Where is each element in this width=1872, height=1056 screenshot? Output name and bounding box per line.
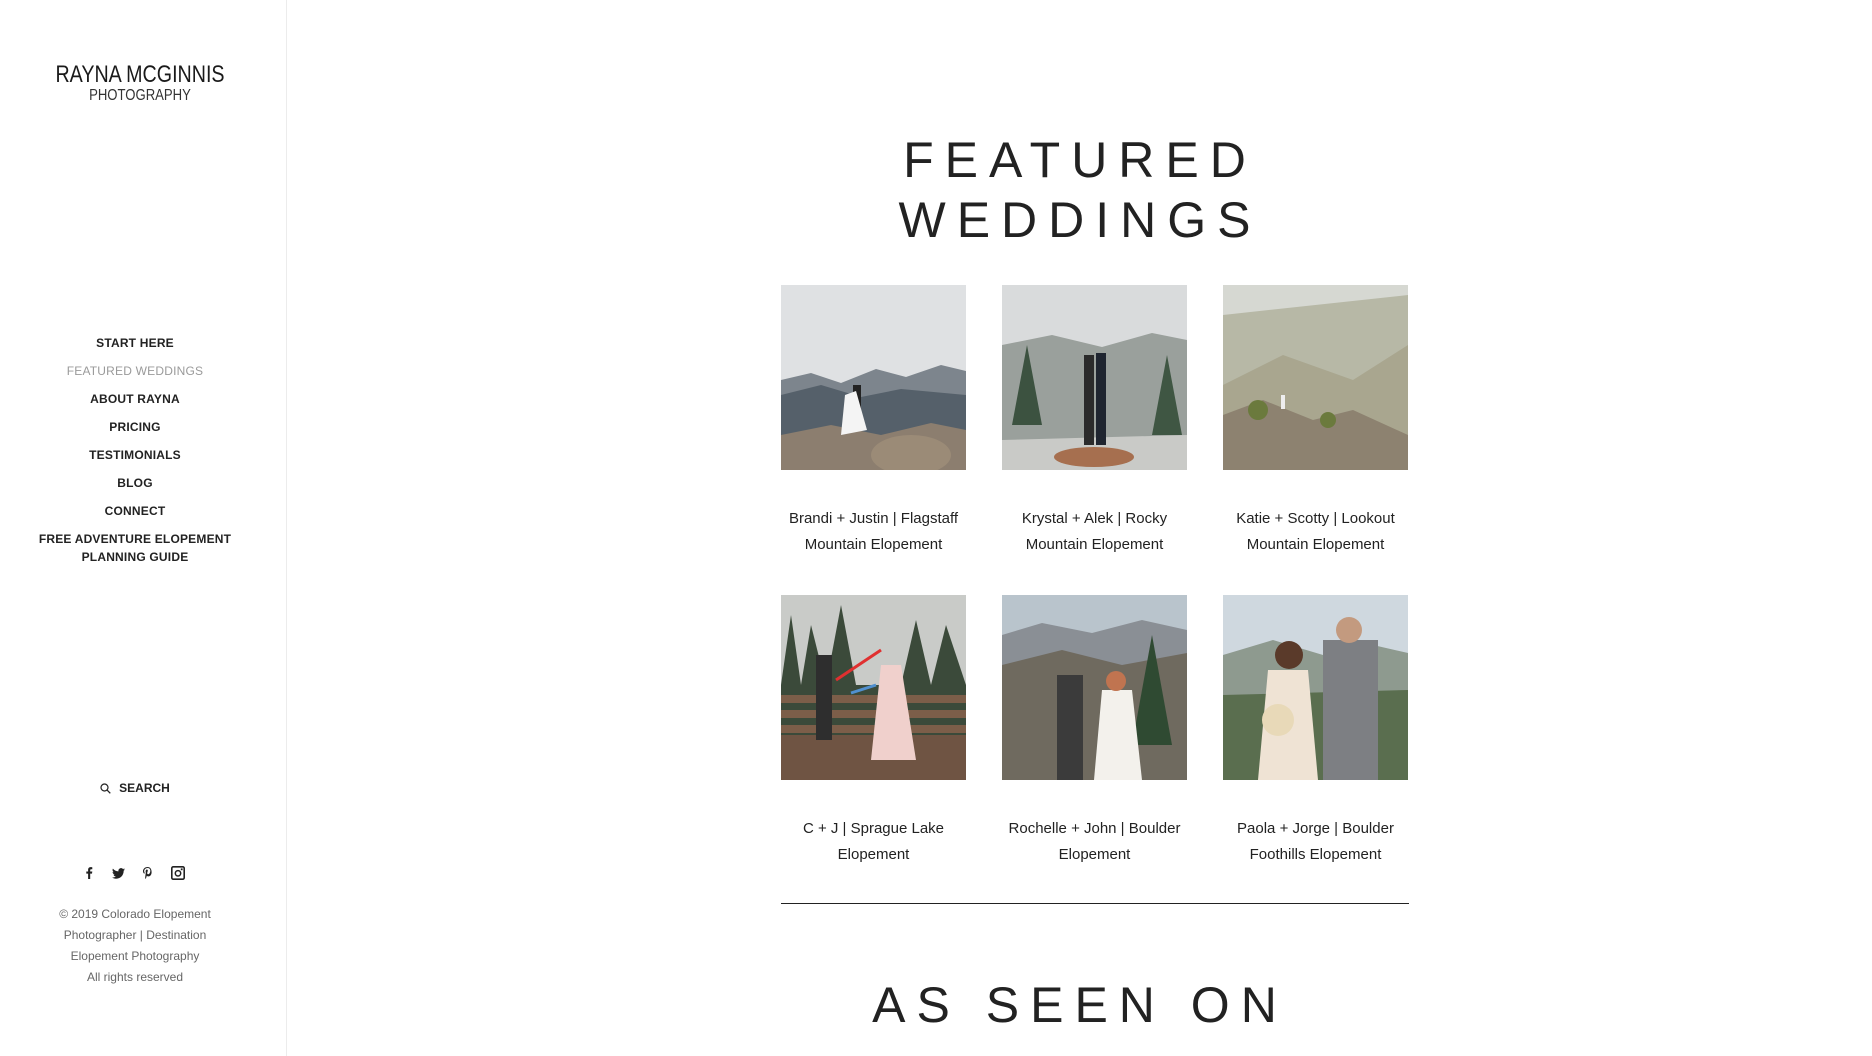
- wedding-photo[interactable]: [1002, 285, 1187, 470]
- wedding-photo[interactable]: [1223, 595, 1408, 780]
- search-icon: [100, 783, 111, 794]
- wedding-photo[interactable]: [1002, 595, 1187, 780]
- wedding-caption[interactable]: Krystal + Alek | Rocky Mountain Elopemen…: [1002, 506, 1187, 558]
- instagram-icon[interactable]: [170, 866, 185, 883]
- wedding-caption-line2: Mountain Elopement: [1246, 536, 1385, 553]
- page-title: FEATURED WEDDINGS: [288, 130, 1872, 250]
- wedding-caption-line1: Rochelle + John | Boulder: [1008, 820, 1181, 837]
- page-title-line1: FEATURED: [903, 132, 1257, 188]
- logo-name: RAYNA MCGINNIS: [55, 61, 225, 88]
- logo-subtitle: PHOTOGRAPHY: [89, 87, 191, 104]
- wedding-caption[interactable]: Katie + Scotty | Lookout Mountain Elopem…: [1223, 506, 1408, 558]
- nav-item-featured-weddings[interactable]: FEATURED WEDDINGS: [0, 362, 270, 390]
- main-content: FEATURED WEDDINGS Brandi + Justin | Flag…: [288, 0, 1872, 1056]
- sidebar: RAYNA MCGINNIS PHOTOGRAPHY START HERE FE…: [0, 0, 287, 1056]
- wedding-photo[interactable]: [781, 285, 966, 470]
- wedding-caption-line2: Elopement: [837, 846, 910, 863]
- social-links: [0, 866, 270, 884]
- nav-item-connect[interactable]: CONNECT: [0, 502, 270, 530]
- wedding-card[interactable]: Katie + Scotty | Lookout Mountain Elopem…: [1223, 285, 1408, 558]
- wedding-caption-line1: Brandi + Justin | Flagstaff: [788, 510, 959, 527]
- search-label: SEARCH: [119, 781, 170, 795]
- wedding-caption-line1: Katie + Scotty | Lookout: [1236, 510, 1395, 527]
- wedding-card[interactable]: Rochelle + John | Boulder Elopement: [1002, 595, 1187, 868]
- wedding-caption[interactable]: Brandi + Justin | Flagstaff Mountain Elo…: [781, 506, 966, 558]
- copyright-line3: Elopement Photography: [70, 949, 200, 963]
- wedding-card[interactable]: Paola + Jorge | Boulder Foothills Elopem…: [1223, 595, 1408, 868]
- nav-item-planning-guide-line1: FREE ADVENTURE ELOPEMENT: [38, 532, 232, 546]
- wedding-photo[interactable]: [781, 595, 966, 780]
- main-nav: START HERE FEATURED WEDDINGS ABOUT RAYNA…: [0, 334, 270, 570]
- wedding-caption[interactable]: C + J | Sprague Lake Elopement: [781, 816, 966, 868]
- site-logo[interactable]: RAYNA MCGINNIS PHOTOGRAPHY: [0, 62, 280, 104]
- nav-item-about-rayna[interactable]: ABOUT RAYNA: [0, 390, 270, 418]
- facebook-icon[interactable]: [85, 867, 93, 882]
- wedding-card[interactable]: Brandi + Justin | Flagstaff Mountain Elo…: [781, 285, 966, 558]
- wedding-caption[interactable]: Rochelle + John | Boulder Elopement: [1002, 816, 1187, 868]
- copyright: © 2019 Colorado Elopement Photographer |…: [50, 904, 220, 988]
- copyright-line2: Photographer | Destination: [63, 928, 207, 942]
- page-title-line2: WEDDINGS: [898, 192, 1262, 248]
- wedding-caption-line2: Elopement: [1058, 846, 1131, 863]
- wedding-caption-line2: Mountain Elopement: [1025, 536, 1164, 553]
- copyright-line1: © 2019 Colorado Elopement: [59, 907, 211, 921]
- wedding-caption-line2: Foothills Elopement: [1249, 846, 1382, 863]
- search-button[interactable]: SEARCH: [0, 781, 270, 795]
- section-divider: [781, 903, 1409, 904]
- twitter-icon[interactable]: [111, 867, 125, 882]
- wedding-card[interactable]: Krystal + Alek | Rocky Mountain Elopemen…: [1002, 285, 1187, 558]
- pinterest-icon[interactable]: [143, 867, 152, 882]
- nav-item-start-here[interactable]: START HERE: [0, 334, 270, 362]
- wedding-caption[interactable]: Paola + Jorge | Boulder Foothills Elopem…: [1223, 816, 1408, 868]
- copyright-line4: All rights reserved: [86, 970, 184, 984]
- wedding-photo[interactable]: [1223, 285, 1408, 470]
- nav-item-testimonials[interactable]: TESTIMONIALS: [0, 446, 270, 474]
- nav-item-planning-guide[interactable]: FREE ADVENTURE ELOPEMENT PLANNING GUIDE: [0, 530, 270, 570]
- wedding-card[interactable]: C + J | Sprague Lake Elopement: [781, 595, 966, 868]
- nav-item-pricing[interactable]: PRICING: [0, 418, 270, 446]
- wedding-caption-line1: Krystal + Alek | Rocky: [1021, 510, 1168, 527]
- as-seen-on-heading: AS SEEN ON: [872, 977, 1288, 1033]
- nav-item-planning-guide-line2: PLANNING GUIDE: [81, 550, 189, 564]
- wedding-caption-line1: Paola + Jorge | Boulder: [1237, 820, 1394, 837]
- nav-item-blog[interactable]: BLOG: [0, 474, 270, 502]
- wedding-caption-line2: Mountain Elopement: [804, 536, 943, 553]
- wedding-caption-line1: C + J | Sprague Lake: [802, 820, 945, 837]
